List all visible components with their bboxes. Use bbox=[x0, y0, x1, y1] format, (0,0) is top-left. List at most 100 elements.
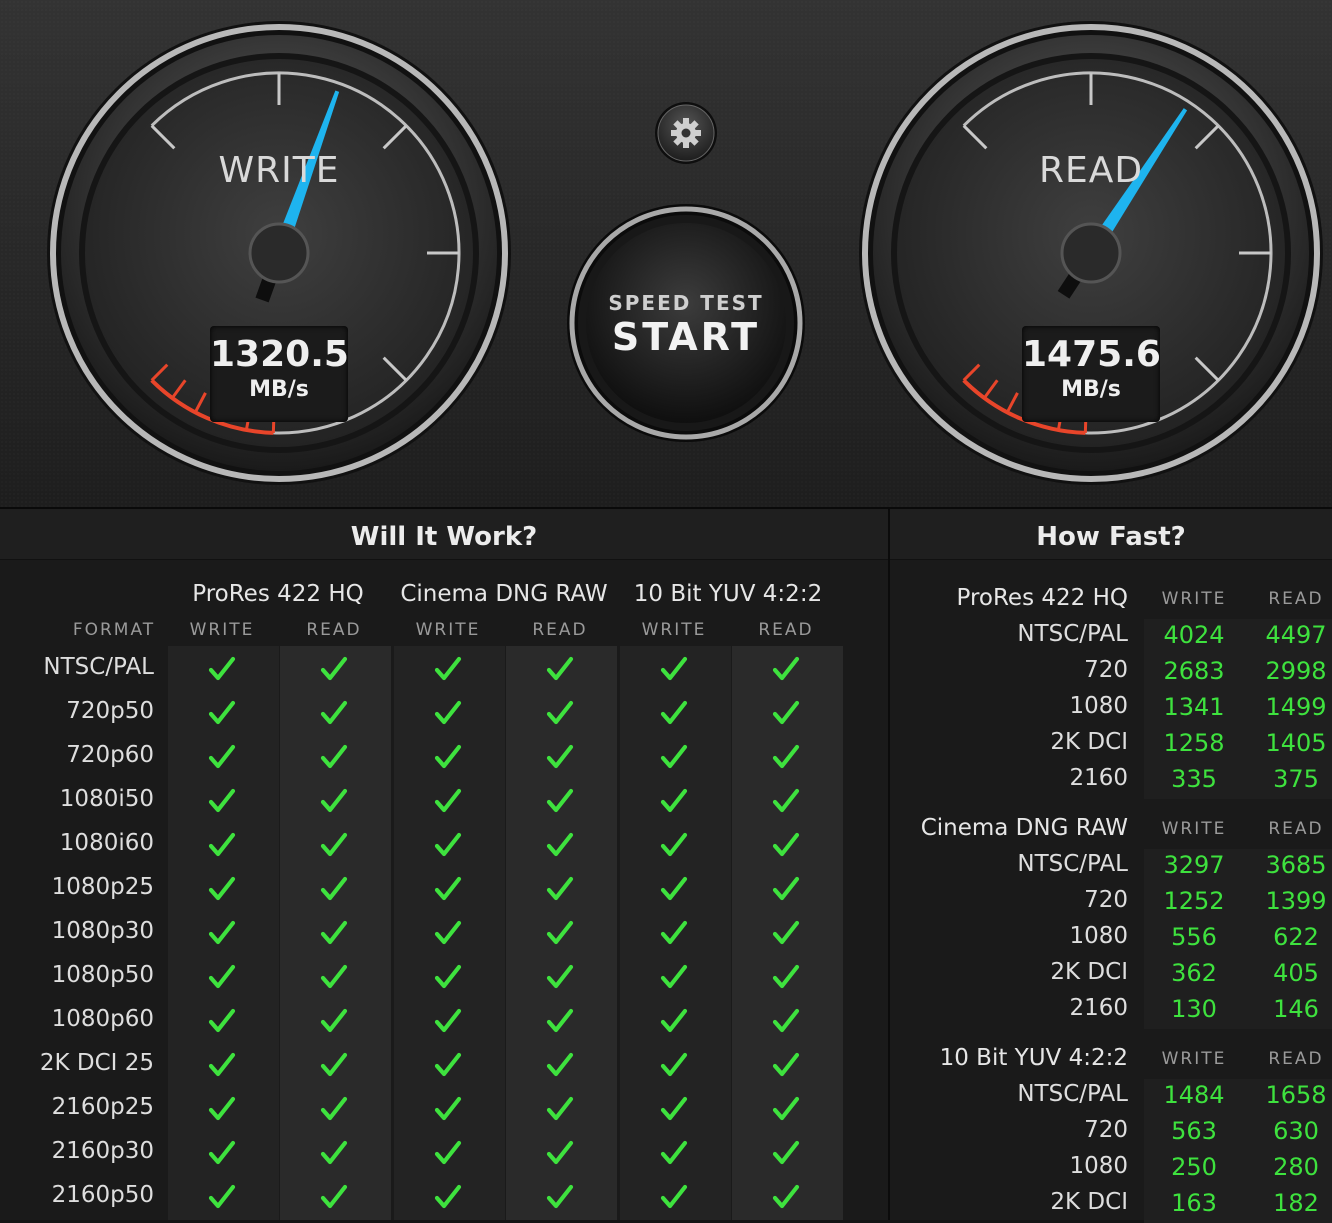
write-fps-value: 3297 bbox=[1163, 851, 1225, 879]
checkmark-icon bbox=[660, 1184, 688, 1209]
checkmark-icon bbox=[660, 876, 688, 901]
read-gauge-hub bbox=[1060, 222, 1122, 284]
format-label: 1080p60 bbox=[51, 1006, 154, 1032]
checkmark-icon bbox=[434, 832, 462, 857]
checkmark-icon bbox=[772, 1052, 800, 1077]
write-fps-value: 556 bbox=[1171, 923, 1217, 951]
checkmark-icon bbox=[546, 964, 574, 989]
write-gauge: WRITE 1320.5 MB/s bbox=[44, 20, 514, 490]
checkmark-icon bbox=[546, 656, 574, 681]
checkmark-icon bbox=[660, 964, 688, 989]
checkmark-icon bbox=[772, 1184, 800, 1209]
format-label: 1080p50 bbox=[51, 962, 154, 988]
checkmark-icon bbox=[320, 920, 348, 945]
write-fps-value: 163 bbox=[1171, 1189, 1217, 1217]
start-button-subtitle: SPEED TEST bbox=[608, 291, 764, 315]
checkmark-icon bbox=[660, 1052, 688, 1077]
read-fps-value: 1499 bbox=[1265, 693, 1327, 721]
how-fast-title: How Fast? bbox=[890, 509, 1332, 560]
write-column-header: WRITE bbox=[1161, 819, 1227, 839]
read-fps-value: 182 bbox=[1273, 1189, 1319, 1217]
read-fps-value: 280 bbox=[1273, 1153, 1319, 1181]
format-header: FORMAT bbox=[72, 620, 156, 640]
checkmark-icon bbox=[434, 1140, 462, 1165]
write-column-header: WRITE bbox=[1161, 1049, 1227, 1069]
read-gauge-title: READ bbox=[1038, 150, 1144, 191]
checkmark-icon bbox=[546, 1140, 574, 1165]
write-fps-value: 4024 bbox=[1163, 621, 1225, 649]
checkmark-icon bbox=[660, 1008, 688, 1033]
checkmark-icon bbox=[208, 700, 236, 725]
checkmark-icon bbox=[546, 832, 574, 857]
checkmark-icon bbox=[772, 700, 800, 725]
checkmark-icon bbox=[208, 1184, 236, 1209]
checkmark-icon bbox=[660, 832, 688, 857]
checkmark-icon bbox=[434, 788, 462, 813]
checkmark-icon bbox=[772, 832, 800, 857]
format-label: 1080p30 bbox=[51, 918, 154, 944]
resolution-label: 2160 bbox=[1069, 765, 1128, 791]
resolution-label: 720 bbox=[1084, 1117, 1128, 1143]
write-gauge-title: WRITE bbox=[218, 150, 340, 191]
read-column-header: READ bbox=[758, 620, 814, 640]
format-label: 1080p25 bbox=[51, 874, 154, 900]
write-speed-unit: MB/s bbox=[249, 377, 309, 402]
read-fps-value: 405 bbox=[1273, 959, 1319, 987]
write-column-header: WRITE bbox=[1161, 589, 1227, 609]
read-fps-value: 4497 bbox=[1265, 621, 1327, 649]
checkmark-icon bbox=[660, 788, 688, 813]
checkmark-icon bbox=[660, 744, 688, 769]
speed-test-start-button[interactable]: SPEED TEST START bbox=[566, 203, 806, 443]
checkmark-icon bbox=[208, 876, 236, 901]
checkmark-icon bbox=[208, 1140, 236, 1165]
checkmark-icon bbox=[660, 920, 688, 945]
checkmark-icon bbox=[208, 920, 236, 945]
will-it-work-title: Will It Work? bbox=[0, 509, 888, 560]
resolution-label: 2K DCI bbox=[1050, 1189, 1128, 1215]
read-fps-value: 1405 bbox=[1265, 729, 1327, 757]
format-label: 2160p50 bbox=[51, 1182, 154, 1208]
checkmark-icon bbox=[772, 876, 800, 901]
format-label: 1080i50 bbox=[59, 786, 154, 812]
format-label: 2160p25 bbox=[51, 1094, 154, 1120]
format-label: NTSC/PAL bbox=[43, 654, 154, 680]
resolution-label: 2K DCI bbox=[1050, 959, 1128, 985]
checkmark-icon bbox=[546, 700, 574, 725]
will-it-work-panel: Will It Work? ProRes 422 HQ Cinema DNG RA… bbox=[0, 509, 888, 1220]
checkmark-icon bbox=[434, 920, 462, 945]
checkmark-icon bbox=[772, 656, 800, 681]
checkmark-icon bbox=[320, 1096, 348, 1121]
read-fps-value: 3685 bbox=[1265, 851, 1327, 879]
checkmark-icon bbox=[546, 1052, 574, 1077]
read-fps-value: 630 bbox=[1273, 1117, 1319, 1145]
checkmark-icon bbox=[772, 1096, 800, 1121]
resolution-label: NTSC/PAL bbox=[1017, 621, 1128, 647]
speed-test-panel: WRITE 1320.5 MB/s SPEED TEST START READ … bbox=[0, 0, 1332, 509]
write-fps-value: 563 bbox=[1171, 1117, 1217, 1145]
read-gauge: READ 1475.6 MB/s bbox=[856, 20, 1326, 490]
write-fps-value: 1341 bbox=[1163, 693, 1225, 721]
checkmark-icon bbox=[546, 876, 574, 901]
resolution-label: 1080 bbox=[1069, 1153, 1128, 1179]
how-fast-panel: How Fast? ProRes 422 HQ WRITE READ NTSC/PAL… bbox=[890, 509, 1332, 1223]
checkmark-icon bbox=[434, 1184, 462, 1209]
write-column-header: WRITE bbox=[415, 620, 481, 640]
checkmark-icon bbox=[660, 1096, 688, 1121]
write-fps-value: 1484 bbox=[1163, 1081, 1225, 1109]
write-fps-value: 2683 bbox=[1163, 657, 1225, 685]
codec-header: 10 Bit YUV 4:2:2 bbox=[633, 581, 823, 607]
checkmark-icon bbox=[434, 964, 462, 989]
read-column-header: READ bbox=[1268, 1049, 1324, 1069]
format-label: 720p50 bbox=[66, 698, 154, 724]
checkmark-icon bbox=[772, 788, 800, 813]
read-fps-value: 622 bbox=[1273, 923, 1319, 951]
read-column-header: READ bbox=[1268, 589, 1324, 609]
codec-header: Cinema DNG RAW bbox=[400, 581, 608, 607]
settings-button[interactable] bbox=[654, 101, 718, 165]
write-column-header: WRITE bbox=[189, 620, 255, 640]
checkmark-icon bbox=[546, 788, 574, 813]
read-fps-value: 2998 bbox=[1265, 657, 1327, 685]
checkmark-icon bbox=[772, 1140, 800, 1165]
checkmark-icon bbox=[320, 1140, 348, 1165]
write-column-header: WRITE bbox=[641, 620, 707, 640]
